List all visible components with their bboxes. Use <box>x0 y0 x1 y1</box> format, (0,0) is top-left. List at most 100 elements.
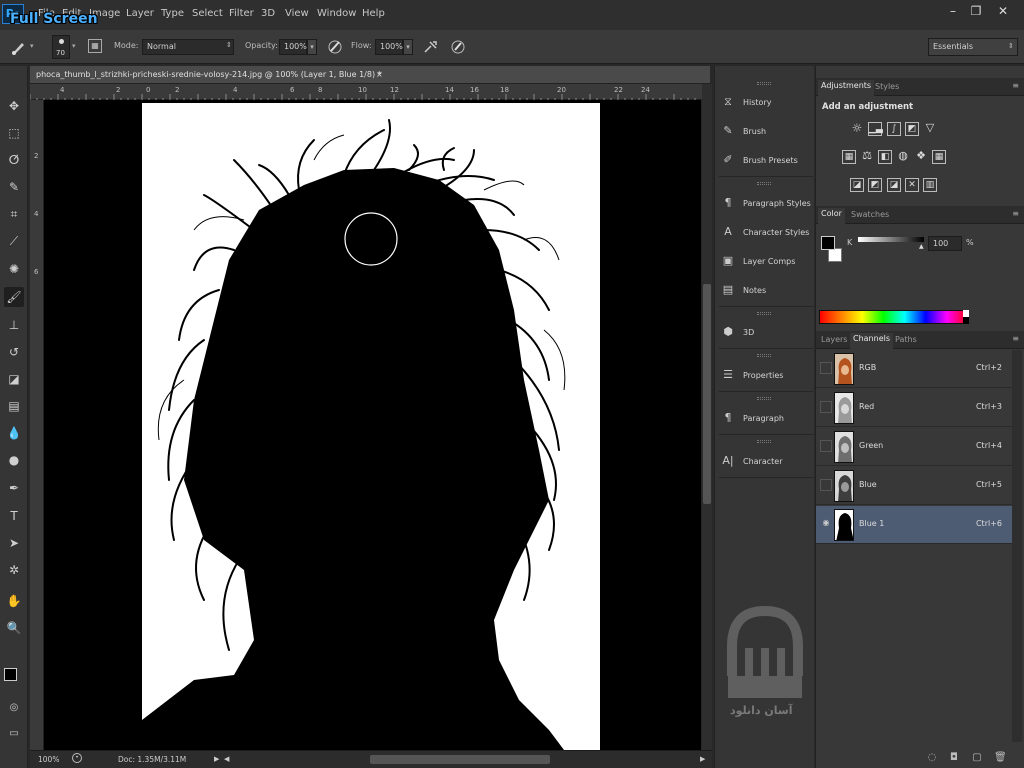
panel-brush[interactable]: ✎ Brush <box>719 121 813 143</box>
tab-swatches[interactable]: Swatches <box>848 209 892 220</box>
quick-selection-tool-icon[interactable]: ✎ <box>4 177 24 197</box>
dodge-tool-icon[interactable]: ● <box>4 450 24 470</box>
levels-icon[interactable]: ▁▃ <box>868 122 883 136</box>
panel-grip[interactable] <box>757 354 771 357</box>
menu-select[interactable]: Select <box>192 8 223 19</box>
gradient-tool-icon[interactable]: ▤ <box>4 396 24 416</box>
vibrance-icon[interactable]: ▽ <box>923 122 937 136</box>
selective-color-icon[interactable]: ✕ <box>905 178 919 192</box>
clone-stamp-tool-icon[interactable]: ⊥ <box>4 315 24 335</box>
channel-row-red[interactable]: Red Ctrl+3 <box>816 389 1012 427</box>
load-channel-selection-icon[interactable]: ◌ <box>926 752 938 764</box>
visibility-eye-icon[interactable]: ◉ <box>820 518 832 530</box>
airbrush-icon[interactable] <box>422 38 440 56</box>
menu-view[interactable]: View <box>285 8 309 19</box>
slider-handle-icon[interactable]: ▲ <box>919 243 924 250</box>
menu-filter[interactable]: Filter <box>229 8 254 19</box>
menu-3d[interactable]: 3D <box>261 8 275 19</box>
curves-icon[interactable]: ∫ <box>887 122 901 136</box>
color-spectrum-ramp[interactable] <box>819 310 969 324</box>
panel-history[interactable]: ⧖ History <box>719 92 813 114</box>
opacity-input[interactable]: 100% <box>279 39 307 55</box>
black-white-icon[interactable]: ◧ <box>878 150 892 164</box>
document-tab[interactable]: phoca_thumb_l_strizhki-pricheski-srednie… <box>30 66 710 84</box>
panel-grip[interactable] <box>757 397 771 400</box>
chevron-down-icon[interactable]: ▾ <box>30 42 34 50</box>
posterize-icon[interactable]: ◩ <box>868 178 882 192</box>
panel-menu-icon[interactable]: ≡ <box>1012 209 1019 218</box>
move-tool-icon[interactable]: ✥ <box>4 96 24 116</box>
photo-filter-icon[interactable]: ◍ <box>896 150 910 164</box>
blend-mode-select[interactable]: Normal <box>142 39 234 55</box>
tab-layers[interactable]: Layers <box>818 334 850 345</box>
exposure-icon[interactable]: ◩ <box>905 122 919 136</box>
color-lookup-icon[interactable]: ▦ <box>932 150 946 164</box>
vertical-scrollbar[interactable] <box>702 84 712 750</box>
menu-layer[interactable]: Layer <box>126 8 154 19</box>
panel-character[interactable]: A| Character <box>719 451 813 473</box>
shape-tool-icon[interactable]: ✲ <box>4 560 24 580</box>
channel-mixer-icon[interactable]: ❖ <box>914 150 928 164</box>
hue-saturation-icon[interactable]: ▦ <box>842 150 856 164</box>
color-balance-icon[interactable]: ⚖ <box>860 150 874 164</box>
history-brush-tool-icon[interactable]: ↺ <box>4 342 24 362</box>
pen-tool-icon[interactable]: ✒ <box>4 478 24 498</box>
channel-row-rgb[interactable]: RGB Ctrl+2 <box>816 350 1012 388</box>
chevron-down-icon[interactable]: ▾ <box>72 42 76 50</box>
panel-menu-icon[interactable]: ≡ <box>1012 334 1019 343</box>
k-value-input[interactable]: 100 <box>928 236 962 251</box>
tab-adjustments[interactable]: Adjustments <box>818 80 875 96</box>
eraser-tool-icon[interactable]: ◪ <box>4 369 24 389</box>
tab-channels[interactable]: Channels <box>850 333 894 349</box>
menu-window[interactable]: Window <box>317 8 356 19</box>
brightness-contrast-icon[interactable]: ☼ <box>850 122 864 136</box>
visibility-eye-icon[interactable] <box>820 440 832 452</box>
spectrum-white-swatch[interactable] <box>963 310 969 317</box>
menu-type[interactable]: Type <box>161 8 184 19</box>
tab-paths[interactable]: Paths <box>892 334 920 345</box>
pressure-opacity-icon[interactable] <box>326 38 344 56</box>
scroll-right-icon[interactable]: ▶ <box>700 755 705 763</box>
brush-panel-toggle-icon[interactable]: ▦ <box>88 39 102 53</box>
opacity-dropdown-icon[interactable]: ▾ <box>307 39 317 55</box>
invert-icon[interactable]: ◪ <box>850 178 864 192</box>
panel-grip[interactable] <box>757 440 771 443</box>
flow-input[interactable]: 100% <box>375 39 403 55</box>
path-selection-tool-icon[interactable]: ➤ <box>4 533 24 553</box>
panel-properties[interactable]: ☰ Properties <box>719 365 813 387</box>
brush-tool-preset-icon[interactable] <box>10 38 28 56</box>
visibility-eye-icon[interactable] <box>820 479 832 491</box>
color-foreground-swatch[interactable] <box>821 236 835 250</box>
restore-button[interactable]: ❐ <box>968 3 984 19</box>
status-menu-arrow-icon[interactable]: ▶ <box>214 755 219 763</box>
threshold-icon[interactable]: ◪ <box>887 178 901 192</box>
panel-3d[interactable]: ⬢ 3D <box>719 322 813 344</box>
foreground-color-swatch[interactable] <box>4 668 17 681</box>
tab-styles[interactable]: Styles <box>872 81 902 92</box>
delete-channel-icon[interactable]: 🗑 <box>994 752 1007 764</box>
marquee-tool-icon[interactable]: ⬚ <box>4 123 24 143</box>
panel-paragraph[interactable]: ¶ Paragraph <box>719 408 813 430</box>
healing-brush-tool-icon[interactable]: ✺ <box>4 259 24 279</box>
minimize-button[interactable]: – <box>945 3 961 19</box>
status-info-icon[interactable]: • <box>72 753 82 763</box>
panel-layer-comps[interactable]: ▣ Layer Comps <box>719 251 813 273</box>
brush-tool-icon[interactable]: 🖌 <box>4 287 24 307</box>
hand-tool-icon[interactable]: ✋ <box>4 591 24 611</box>
screen-mode-icon[interactable]: ▭ <box>4 724 24 744</box>
crop-tool-icon[interactable]: ⌗ <box>4 204 24 224</box>
type-tool-icon[interactable]: T <box>4 506 24 526</box>
document-canvas[interactable] <box>44 100 701 750</box>
save-selection-channel-icon[interactable]: ◘ <box>948 752 960 764</box>
panel-notes[interactable]: ▤ Notes <box>719 280 813 302</box>
horizontal-scroll-thumb[interactable] <box>370 755 550 764</box>
color-background-swatch[interactable] <box>828 248 842 262</box>
channel-row-blue-1[interactable]: ◉ Blue 1 Ctrl+6 <box>816 506 1012 544</box>
spectrum-black-swatch[interactable] <box>963 317 969 324</box>
blur-tool-icon[interactable]: 💧 <box>4 423 24 443</box>
eyedropper-tool-icon[interactable]: ⟋ <box>4 231 24 251</box>
panel-grip[interactable] <box>757 82 771 85</box>
channel-row-green[interactable]: Green Ctrl+4 <box>816 428 1012 466</box>
zoom-tool-icon[interactable]: 🔍 <box>4 618 24 638</box>
menu-help[interactable]: Help <box>362 8 385 19</box>
